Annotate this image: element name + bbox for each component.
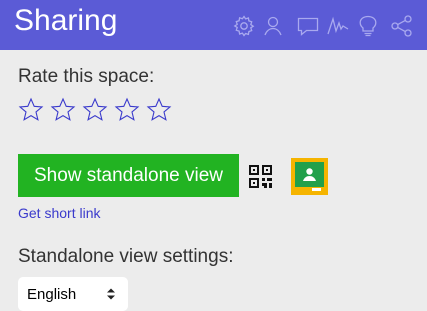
lightbulb-icon[interactable] [356,14,380,38]
language-select-value: English [27,286,77,303]
show-standalone-view-button[interactable]: Show standalone view [18,154,239,197]
header-bar: Sharing [0,0,427,50]
select-arrows-icon [106,287,116,301]
star-1-icon[interactable] [18,97,44,123]
star-3-icon[interactable] [82,97,108,123]
signature-icon[interactable] [326,14,350,38]
person-icon[interactable] [262,14,286,38]
standalone-settings-label: Standalone view settings: [18,246,234,267]
language-select[interactable]: English [18,277,128,311]
qr-code-icon[interactable] [249,159,272,193]
settings-gear-icon[interactable] [232,14,256,38]
page-title: Sharing [14,4,118,37]
comment-icon[interactable] [296,14,320,38]
rate-label: Rate this space: [18,66,155,87]
star-5-icon[interactable] [146,97,172,123]
get-short-link[interactable]: Get short link [18,205,100,221]
share-icon[interactable] [390,14,414,38]
star-2-icon[interactable] [50,97,76,123]
star-4-icon[interactable] [114,97,140,123]
google-classroom-icon[interactable] [291,158,328,195]
